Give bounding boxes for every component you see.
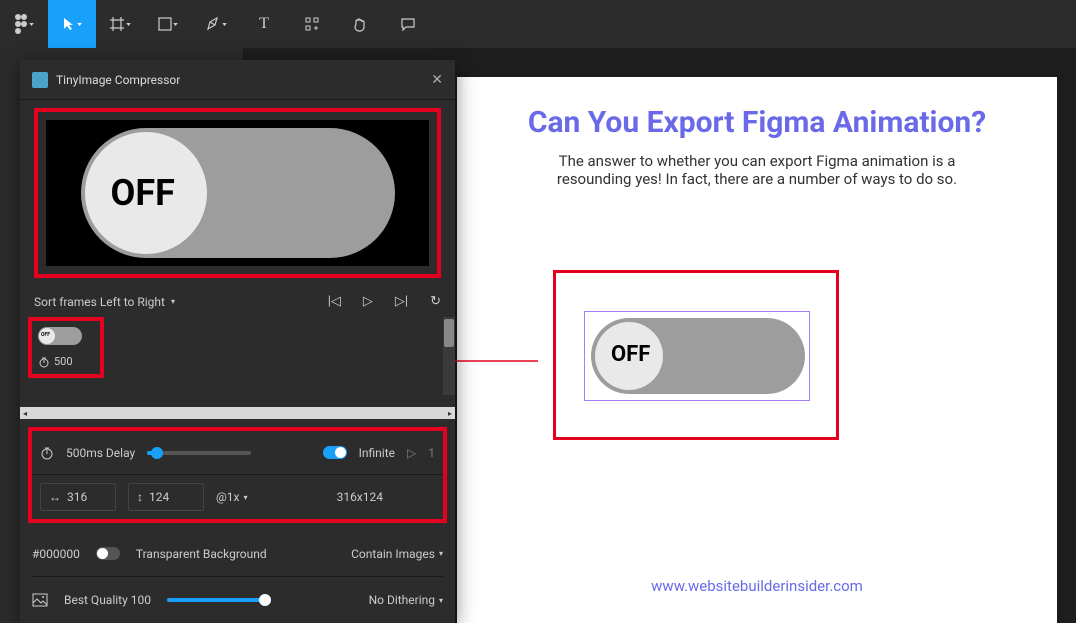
rectangle-icon (158, 17, 172, 31)
annotation-frame-highlight: OFF 500 (28, 317, 104, 378)
delay-slider[interactable] (147, 451, 251, 455)
shape-tool[interactable]: ▾ (144, 0, 192, 48)
figma-toolbar: ▾ ▾ ▾ ▾ ▾ T (0, 0, 1076, 48)
hand-icon (352, 16, 368, 32)
move-tool[interactable]: ▾ (48, 0, 96, 48)
scale-value: @1x (216, 490, 239, 504)
annotation-settings-highlight: 500ms Delay Infinite ▷ 1 ↔ 316 ↕ 124 @1x… (28, 427, 447, 523)
transparent-toggle[interactable] (96, 547, 120, 560)
quality-label: Best Quality 100 (64, 593, 151, 607)
toggle-label: OFF (611, 342, 650, 367)
chevron-down-icon: ▾ (174, 21, 179, 28)
image-icon (32, 592, 48, 608)
frame-delay[interactable]: 500 (38, 355, 94, 368)
height-icon: ↕ (137, 490, 143, 504)
delay-label: 500ms Delay (66, 446, 135, 460)
play-button[interactable]: ▷ (363, 294, 373, 309)
dimensions-readout: 316x124 (337, 490, 383, 504)
repeat-count: 1 (428, 446, 435, 460)
pen-tool[interactable]: ▾ (192, 0, 240, 48)
preview-toggle: OFF (81, 128, 395, 258)
chevron-down-icon: ▾ (223, 21, 228, 28)
chevron-down-icon: ▾ (439, 596, 443, 605)
width-icon: ↔ (49, 490, 61, 504)
play-icon: ▷ (407, 446, 416, 460)
width-value: 316 (67, 490, 87, 504)
sort-dropdown[interactable]: Sort frames Left to Right ▾ (34, 295, 175, 309)
text-icon: T (259, 15, 269, 33)
figma-menu[interactable]: ▾ (0, 0, 48, 48)
chevron-down-icon: ▾ (127, 21, 132, 28)
playback-controls: |◁ ▷ ▷| ↻ (328, 294, 441, 309)
timer-icon (38, 356, 50, 368)
contain-dropdown[interactable]: Contain Images ▾ (351, 547, 443, 561)
chevron-down-icon: ▾ (78, 21, 83, 28)
frame-icon (109, 16, 125, 32)
next-frame-button[interactable]: ▷| (395, 294, 408, 309)
panel-header[interactable]: TinyImage Compressor ✕ (20, 60, 455, 100)
transparent-label: Transparent Background (136, 547, 267, 561)
frames-scrollbar-horizontal[interactable]: ◂▸ (20, 407, 455, 419)
reload-button[interactable]: ↻ (430, 294, 441, 309)
infinite-label: Infinite (359, 446, 395, 460)
scrollbar-thumb[interactable] (444, 319, 454, 347)
close-button[interactable]: ✕ (431, 72, 443, 88)
text-tool[interactable]: T (240, 0, 288, 48)
frame-thumbnail[interactable]: OFF (38, 327, 82, 345)
annotation-preview-highlight: OFF (34, 108, 441, 278)
frame-tool[interactable]: ▾ (96, 0, 144, 48)
page-footer-link: www.websitebuilderinsider.com (457, 577, 1057, 595)
height-input[interactable]: ↕ 124 (128, 483, 204, 511)
page-body: The answer to whether you can export Fig… (532, 152, 982, 188)
panel-title: TinyImage Compressor (56, 73, 180, 87)
chevron-down-icon: ▾ (439, 549, 443, 558)
comment-tool[interactable] (384, 0, 432, 48)
height-value: 124 (149, 490, 169, 504)
tinyimage-panel: TinyImage Compressor ✕ OFF Sort frames L… (20, 60, 455, 623)
chevron-down-icon: ▾ (243, 493, 247, 502)
chevron-down-icon: ▾ (171, 297, 175, 306)
frame-delay-value: 500 (54, 355, 73, 368)
selection-bounds: OFF (584, 311, 810, 401)
preview-label: OFF (111, 172, 175, 214)
dithering-dropdown[interactable]: No Dithering ▾ (369, 593, 443, 607)
hand-tool[interactable] (336, 0, 384, 48)
annotation-canvas-highlight: OFF (553, 270, 839, 440)
resources-tool[interactable] (288, 0, 336, 48)
contain-label: Contain Images (351, 547, 435, 561)
quality-slider[interactable] (167, 598, 267, 602)
infinite-toggle[interactable] (323, 446, 347, 459)
plugin-icon (32, 72, 48, 88)
frames-scrollbar-vertical[interactable] (443, 317, 455, 395)
pen-icon (205, 16, 221, 32)
timer-icon (40, 446, 54, 460)
mini-label: OFF (41, 332, 50, 338)
toggle-component[interactable]: OFF (591, 318, 805, 394)
sort-label: Sort frames Left to Right (34, 295, 165, 309)
width-input[interactable]: ↔ 316 (40, 483, 116, 511)
preview-area: OFF (46, 120, 429, 266)
chevron-down-icon: ▾ (30, 21, 35, 28)
resources-icon (305, 17, 319, 31)
cursor-icon (62, 17, 76, 31)
prev-frame-button[interactable]: |◁ (328, 294, 341, 309)
scale-dropdown[interactable]: @1x ▾ (216, 490, 248, 504)
bg-color-value[interactable]: #000000 (32, 547, 80, 561)
dithering-label: No Dithering (369, 593, 435, 607)
page-heading: Can You Export Figma Animation? (457, 105, 1057, 140)
comment-icon (400, 16, 416, 32)
figma-logo-icon (14, 14, 28, 34)
